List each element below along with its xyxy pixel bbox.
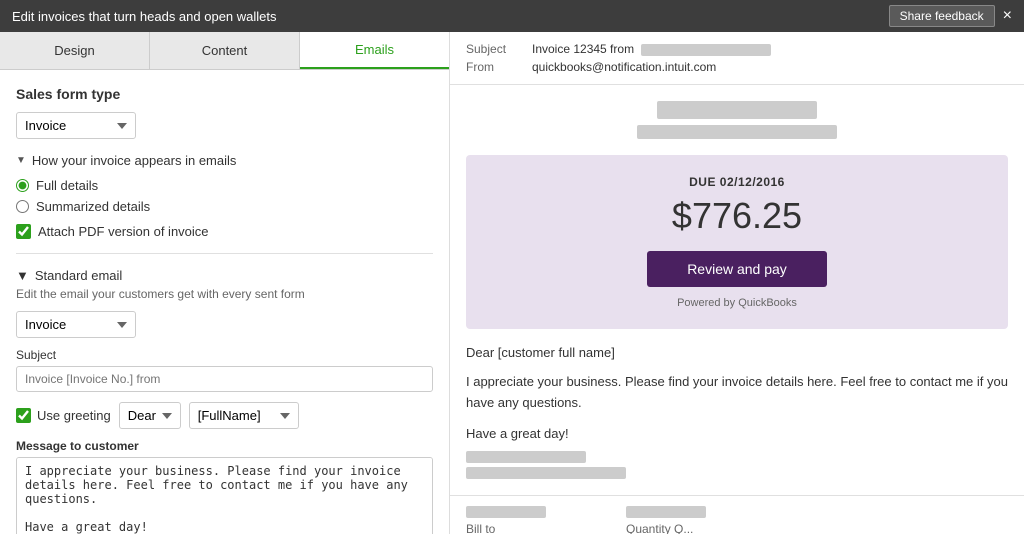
greeting-row: Use greeting Dear Hello Hi [FullName] [F… [16,402,433,429]
full-details-label: Full details [36,178,98,193]
divider-1 [16,253,433,254]
tab-emails[interactable]: Emails [300,32,449,69]
footer-col2-blurred [626,506,706,518]
from-row: From quickbooks@notification.intuit.com [466,60,1008,74]
share-feedback-button[interactable]: Share feedback [889,5,995,27]
attach-pdf-label: Attach PDF version of invoice [38,224,209,239]
standard-email-arrow-icon: ▼ [16,268,29,283]
tab-content[interactable]: Content [150,32,300,69]
use-greeting-option[interactable]: Use greeting [16,408,111,423]
standard-email-header[interactable]: ▼ Standard email [16,268,433,283]
left-panel: Design Content Emails Sales form type In… [0,32,450,534]
main-layout: Design Content Emails Sales form type In… [0,32,1024,534]
subject-group: Subject [16,348,433,392]
full-details-option[interactable]: Full details [16,178,433,193]
from-meta-value: quickbooks@notification.intuit.com [532,60,716,74]
summarized-details-option[interactable]: Summarized details [16,199,433,214]
title-bar: Edit invoices that turn heads and open w… [0,0,1024,32]
left-content: Sales form type Invoice Estimate Receipt… [0,70,449,534]
attach-pdf-option[interactable]: Attach PDF version of invoice [16,224,433,239]
use-greeting-checkbox[interactable] [16,408,31,423]
collapse-arrow-icon: ▼ [16,155,26,166]
salutation-select[interactable]: Dear Hello Hi [119,402,181,429]
due-box: DUE 02/12/2016 $776.25 Review and pay Po… [466,155,1008,329]
invoice-appearance-label: How your invoice appears in emails [32,153,236,168]
fullname-select[interactable]: [FullName] [FirstName] [LastName] [189,402,299,429]
appearance-radio-group: Full details Summarized details [16,178,433,214]
sales-form-type-label: Sales form type [16,86,433,102]
invoice-header [450,85,1024,155]
subject-label: Subject [16,348,433,362]
attach-pdf-checkbox[interactable] [16,224,31,239]
standard-email-desc: Edit the email your customers get with e… [16,287,433,301]
use-greeting-label: Use greeting [37,408,111,423]
due-date-label: DUE 02/12/2016 [486,175,988,189]
invoice-appearance-header[interactable]: ▼ How your invoice appears in emails [16,153,433,168]
email-message: I appreciate your business. Please find … [466,372,1008,414]
subject-blurred [641,44,771,56]
company-sub-blurred [637,125,837,139]
window-title: Edit invoices that turn heads and open w… [12,9,277,24]
title-bar-actions: Share feedback × [889,5,1012,27]
message-textarea[interactable]: I appreciate your business. Please find … [16,457,433,534]
standard-email-form-type-select[interactable]: Invoice Estimate [16,311,136,338]
sales-form-type-select[interactable]: Invoice Estimate Receipt [16,112,136,139]
standard-email-label: Standard email [35,268,122,283]
subject-row: Subject Invoice 12345 from [466,42,1008,56]
review-pay-button[interactable]: Review and pay [647,251,827,287]
tab-design[interactable]: Design [0,32,150,69]
footer-col1-blurred [466,506,546,518]
close-button[interactable]: × [1003,8,1012,24]
message-group: Message to customer I appreciate your bu… [16,439,433,534]
due-amount: $776.25 [486,195,988,237]
subject-input[interactable] [16,366,433,392]
summarized-details-label: Summarized details [36,199,150,214]
company-name-blurred [657,101,817,119]
summarized-details-radio[interactable] [16,200,29,213]
email-meta: Subject Invoice 12345 from From quickboo… [450,32,1024,85]
email-greeting: Dear [customer full name] [466,345,1008,360]
tabs: Design Content Emails [0,32,449,70]
subject-meta-label: Subject [466,42,516,56]
subject-meta-value: Invoice 12345 from [532,42,771,56]
sender-sub-blurred [466,467,626,479]
sender-name-blurred [466,451,586,463]
footer-col-1: Bill to [466,506,546,534]
email-body: Dear [customer full name] I appreciate y… [450,329,1024,495]
powered-by-label: Powered by QuickBooks [486,297,988,309]
footer-col-2: Quantity Q... [626,506,706,534]
right-panel: Subject Invoice 12345 from From quickboo… [450,32,1024,534]
email-preview: Subject Invoice 12345 from From quickboo… [450,32,1024,534]
email-closing: Have a great day! [466,426,1008,441]
full-details-radio[interactable] [16,179,29,192]
footer-col1-label: Bill to [466,522,495,534]
from-meta-label: From [466,60,516,74]
footer-col2-label: Quantity Q... [626,522,693,534]
email-footer-hint: Bill to Quantity Q... [450,495,1024,534]
message-label: Message to customer [16,439,433,453]
